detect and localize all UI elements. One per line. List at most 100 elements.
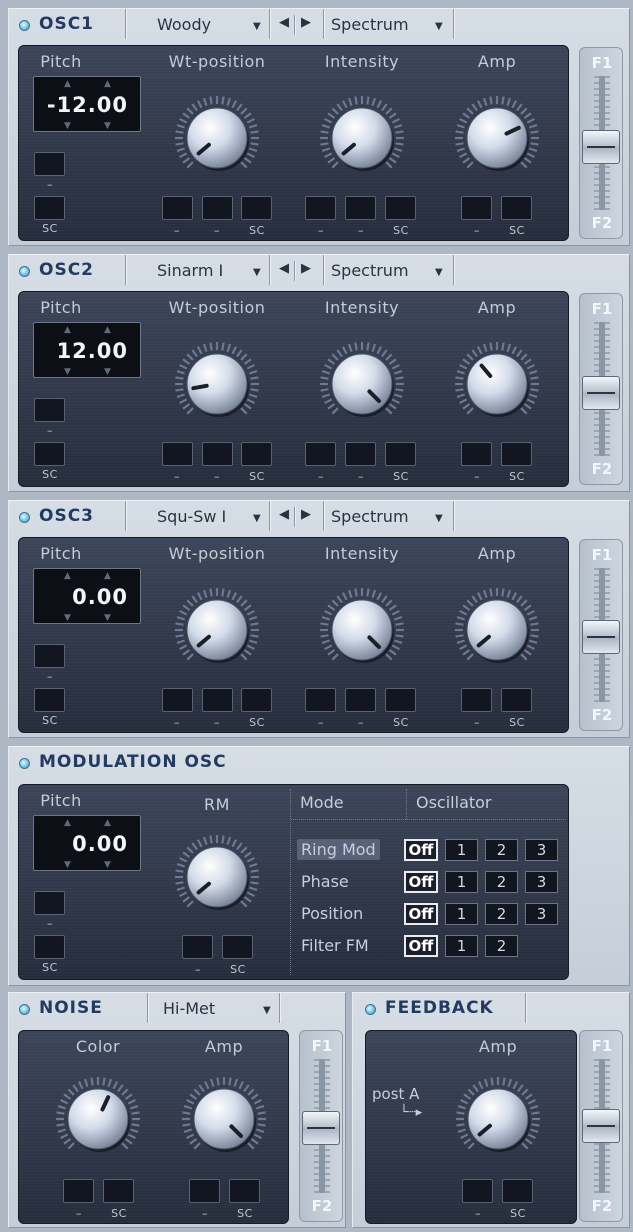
pitch-up-arrow-icon[interactable]: ▲ [64,79,71,89]
amp-mod-slot[interactable] [462,1179,493,1203]
pitch-up-arrow-icon[interactable]: ▲ [104,571,111,581]
color-sc-slot[interactable] [103,1179,134,1203]
intensity-mod-slot[interactable] [345,442,376,466]
pitch-display[interactable]: 0.00 ▲ ▲ ▼ ▼ [33,568,141,624]
mod-osc-button[interactable]: 2 [485,935,518,957]
osc1-power-led[interactable] [19,20,30,31]
view-mode-dropdown[interactable]: Spectrum ▼ [327,259,451,283]
mod-osc-button[interactable]: 1 [445,903,478,925]
mod-osc-button[interactable]: 3 [525,839,558,861]
osc2-power-led[interactable] [19,266,30,277]
wt-mod-slot[interactable] [162,196,193,220]
pitch-down-arrow-icon[interactable]: ▼ [104,121,111,131]
mod-off-button[interactable]: Off [404,903,438,925]
amp-mod-slot[interactable] [189,1179,220,1203]
mod-osc-button[interactable]: 1 [445,935,478,957]
osc3-power-led[interactable] [19,512,30,523]
intensity-mod-slot[interactable] [385,196,416,220]
mod-row-label[interactable]: Ring Mod [297,839,380,860]
intensity-mod-slot[interactable] [345,196,376,220]
pitch-down-arrow-icon[interactable]: ▼ [104,613,111,623]
wt-mod-slot[interactable] [162,442,193,466]
pitch-down-arrow-icon[interactable]: ▼ [64,367,71,377]
amp-mod-slot[interactable] [461,442,492,466]
intensity-mod-slot[interactable] [385,442,416,466]
waveform-dropdown[interactable]: Squ-Sw I ▼ [129,505,267,529]
wt-mod-slot[interactable] [241,688,272,712]
modosc-power-led[interactable] [19,758,30,769]
amp-sc-slot[interactable] [502,1179,533,1203]
noise-power-led[interactable] [19,1004,30,1015]
intensity-knob[interactable] [312,334,412,434]
waveform-dropdown[interactable]: Woody ▼ [129,13,267,37]
mod-osc-button[interactable]: 3 [525,871,558,893]
pitch-display[interactable]: -12.00 ▲ ▲ ▼ ▼ [33,76,141,132]
mod-off-button[interactable]: Off [404,935,438,957]
wt-position-knob[interactable] [167,334,267,434]
amp-sc-slot[interactable] [229,1179,260,1203]
pitch-up-arrow-icon[interactable]: ▲ [104,325,111,335]
intensity-knob[interactable] [312,580,412,680]
wt-mod-slot[interactable] [241,442,272,466]
fader-handle[interactable] [302,1111,340,1145]
wt-mod-slot[interactable] [202,442,233,466]
next-wave-icon[interactable]: ▶ [301,15,311,30]
amp-mod-slot[interactable] [501,196,532,220]
intensity-mod-slot[interactable] [305,688,336,712]
pitch-sc-slot[interactable] [34,442,65,466]
pitch-up-arrow-icon[interactable]: ▲ [104,79,111,89]
rm-knob[interactable] [167,827,267,927]
amp-mod-slot[interactable] [501,442,532,466]
amp-knob[interactable] [447,88,547,188]
wt-mod-slot[interactable] [162,688,193,712]
pitch-mod-slot[interactable] [34,891,65,915]
mod-osc-button[interactable]: 2 [485,839,518,861]
feedback-power-led[interactable] [365,1004,376,1015]
prev-wave-icon[interactable]: ◀ [279,15,289,30]
pitch-mod-slot[interactable] [34,152,65,176]
wt-position-knob[interactable] [167,88,267,188]
fader-handle[interactable] [582,376,620,410]
fader-handle[interactable] [582,130,620,164]
fader-handle[interactable] [582,620,620,654]
amp-mod-slot[interactable] [501,688,532,712]
intensity-mod-slot[interactable] [305,196,336,220]
mod-osc-button[interactable]: 3 [525,903,558,925]
pitch-sc-slot[interactable] [34,196,65,220]
next-wave-icon[interactable]: ▶ [301,507,311,522]
pitch-down-arrow-icon[interactable]: ▼ [64,860,71,870]
pitch-up-arrow-icon[interactable]: ▲ [104,818,111,828]
intensity-knob[interactable] [312,88,412,188]
pitch-up-arrow-icon[interactable]: ▲ [64,818,71,828]
mod-off-button[interactable]: Off [404,839,438,861]
wt-position-knob[interactable] [167,580,267,680]
view-mode-dropdown[interactable]: Spectrum ▼ [327,13,451,37]
pitch-down-arrow-icon[interactable]: ▼ [104,860,111,870]
mod-osc-button[interactable]: 2 [485,871,518,893]
pitch-down-arrow-icon[interactable]: ▼ [64,121,71,131]
wt-mod-slot[interactable] [241,196,272,220]
fader-handle[interactable] [582,1109,620,1143]
pitch-mod-slot[interactable] [34,398,65,422]
color-mod-slot[interactable] [63,1179,94,1203]
mod-osc-button[interactable]: 1 [445,839,478,861]
pitch-sc-slot[interactable] [34,935,65,959]
amp-knob[interactable] [447,580,547,680]
pitch-mod-slot[interactable] [34,644,65,668]
noise-type-dropdown[interactable]: Hi-Met ▼ [151,997,277,1021]
next-wave-icon[interactable]: ▶ [301,261,311,276]
amp-mod-slot[interactable] [461,196,492,220]
mod-off-button[interactable]: Off [404,871,438,893]
amp-knob[interactable] [447,334,547,434]
color-knob[interactable] [48,1069,148,1169]
pitch-display[interactable]: 0.00 ▲ ▲ ▼ ▼ [33,815,141,871]
rm-sc-slot[interactable] [222,935,253,959]
pitch-up-arrow-icon[interactable]: ▲ [64,571,71,581]
intensity-mod-slot[interactable] [385,688,416,712]
pitch-sc-slot[interactable] [34,688,65,712]
prev-wave-icon[interactable]: ◀ [279,261,289,276]
wt-mod-slot[interactable] [202,688,233,712]
pitch-down-arrow-icon[interactable]: ▼ [104,367,111,377]
rm-mod-slot[interactable] [182,935,213,959]
waveform-dropdown[interactable]: Sinarm I ▼ [129,259,267,283]
